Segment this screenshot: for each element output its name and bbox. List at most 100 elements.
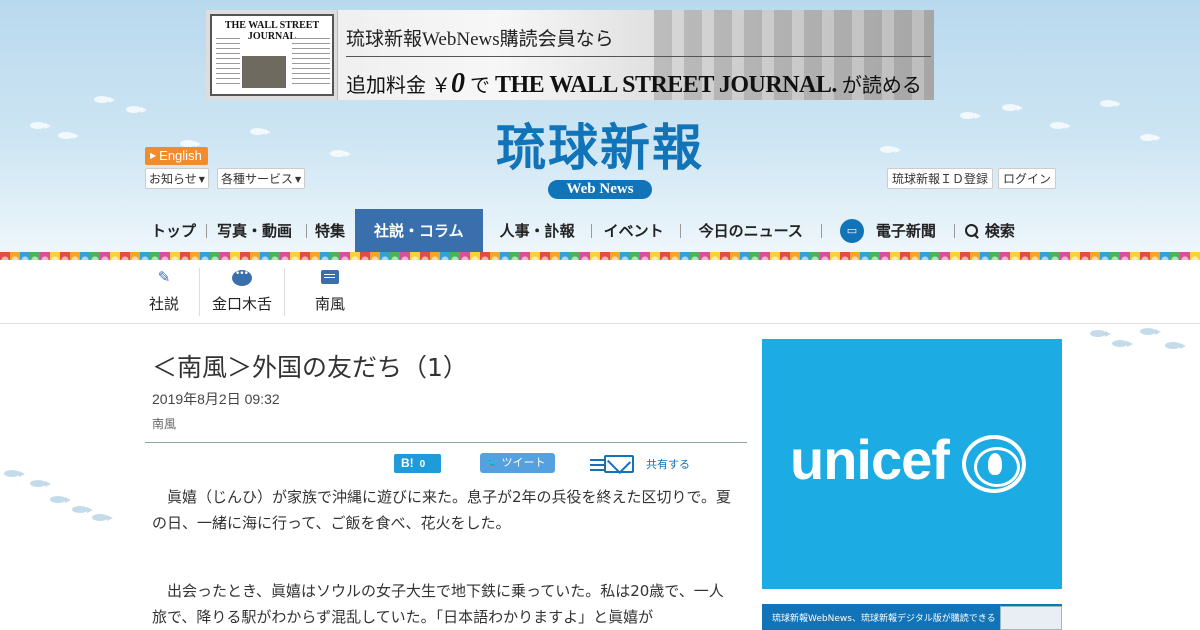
fish-decoration <box>94 96 115 103</box>
ad-zero: 0 <box>451 68 465 99</box>
nav-separator <box>679 223 681 238</box>
nav-item-search[interactable]: 検索 <box>964 209 1015 252</box>
subnav-item-editorial[interactable]: ✎ 社説 <box>145 266 183 318</box>
subnav-item-kinkuchi-bokuzetsu[interactable]: 金口木舌 <box>210 266 274 318</box>
twitter-bird-icon: 🐦 <box>486 458 499 469</box>
webnews-subscription-ad[interactable]: 琉球新報WebNews、琉球新報デジタル版が購読できる <box>762 604 1062 630</box>
fish-decoration <box>1165 342 1186 349</box>
nav-item-photo-video[interactable]: 写真・動画 <box>217 209 292 252</box>
site-logo[interactable]: 琉球新報 Web News <box>450 118 750 199</box>
services-dropdown[interactable]: 各種サービス ▼ <box>217 168 306 189</box>
laptop-image: THE WALL STREET JOURNAL <box>206 10 338 100</box>
epaper-label: 電子新聞 <box>875 222 936 240</box>
fish-decoration <box>250 128 271 135</box>
article-paragraph: 出会ったとき、眞嬉はソウルの女子大生で地下鉄に乗っていた。私は20歳で、一人旅で… <box>152 582 724 626</box>
fish-decoration <box>1140 328 1161 335</box>
fish-decoration <box>960 112 981 119</box>
nav-separator <box>306 223 308 238</box>
subnav-label: 社説 <box>148 295 179 313</box>
epaper-icon: ▭ <box>839 218 864 243</box>
fish-decoration <box>880 146 901 153</box>
login-button[interactable]: ログイン <box>998 168 1057 189</box>
nav-item-personnel-obituary[interactable]: 人事・訃報 <box>500 209 575 252</box>
article-paragraph: 眞嬉（じんひ）が家族で沖縄に遊びに来た。息子が2年の兵役を終えた区切りで。夏の日… <box>152 488 731 532</box>
ad2-text: 琉球新報WebNews、琉球新報デジタル版が購読できる <box>772 614 996 624</box>
caret-down-icon: ▼ <box>198 175 205 184</box>
fish-decoration <box>50 496 71 503</box>
search-label: 検索 <box>984 222 1015 240</box>
ad-yen: ￥ <box>431 75 451 97</box>
subnav-label: 南風 <box>314 295 345 313</box>
laptop-screen: THE WALL STREET JOURNAL <box>210 14 334 96</box>
ad-headline: 琉球新報WebNews購読会員なら <box>346 29 614 50</box>
nav-item-todays-news[interactable]: 今日のニュース <box>699 209 803 252</box>
english-button[interactable]: English <box>145 147 208 165</box>
services-label: 各種サービス <box>221 172 294 186</box>
ad-de: で <box>470 75 490 97</box>
subnav-item-nanpuu[interactable]: 南風 <box>311 266 349 318</box>
nav-separator <box>590 223 592 238</box>
nav-item-top[interactable]: トップ <box>145 209 196 252</box>
logo-text: 琉球新報 <box>496 118 704 177</box>
nav-item-editorial-column[interactable]: 社説・コラム <box>355 209 483 252</box>
wsj-banner-ad[interactable]: THE WALL STREET JOURNAL 琉球新報WebNews購読会員な… <box>206 10 934 100</box>
text-lines <box>216 38 240 88</box>
nav-separator <box>820 223 822 238</box>
subnav-divider <box>199 268 200 316</box>
fish-decoration <box>1140 134 1161 141</box>
fish-decoration <box>1002 104 1023 111</box>
fish-decoration <box>4 470 25 477</box>
ad-tagline: 追加料金 ￥0 で THE WALL STREET JOURNAL. が読める <box>346 68 922 100</box>
speed-lines <box>590 459 604 471</box>
hatena-count: 0 <box>419 459 426 470</box>
tweet-label: ツイート <box>501 456 546 469</box>
nav-item-events[interactable]: イベント <box>604 209 664 252</box>
hatena-label: B! <box>401 456 414 470</box>
hatena-bookmark-button[interactable]: B! 0 <box>394 454 441 473</box>
pen-icon: ✎ <box>157 268 171 286</box>
article-date: 2019年8月2日 09:32 <box>152 391 280 407</box>
caret-down-icon: ▼ <box>295 175 302 184</box>
share-label: 共有する <box>646 458 690 471</box>
subnav-label: 金口木舌 <box>211 295 272 313</box>
article-title: ＜南風＞外国の友だち（1） <box>152 353 468 382</box>
fish-decoration <box>1050 122 1071 129</box>
fish-decoration <box>1090 330 1111 337</box>
fish-decoration <box>126 106 147 113</box>
subnav-border <box>0 323 1200 324</box>
search-icon <box>964 223 979 238</box>
notice-dropdown[interactable]: お知らせ ▼ <box>145 168 209 189</box>
article-category[interactable]: 南風 <box>152 415 176 432</box>
fish-decoration <box>30 122 51 129</box>
nav-separator <box>206 223 208 238</box>
nav-separator <box>953 223 955 238</box>
unicef-wordmark: unicef <box>790 428 950 491</box>
fish-decoration <box>30 480 51 487</box>
notice-label: お知らせ <box>149 172 197 186</box>
fish-decoration <box>58 132 79 139</box>
article-divider <box>145 442 747 443</box>
fish-decoration <box>1100 100 1121 107</box>
main-nav: トップ 写真・動画 特集 社説・コラム 人事・訃報 イベント 今日のニュース ▭… <box>145 209 1055 252</box>
logo-subtitle: Web News <box>548 180 652 199</box>
id-register-button[interactable]: 琉球新報ＩＤ登録 <box>887 168 994 189</box>
share-mail-button[interactable]: 共有する <box>588 454 690 474</box>
tweet-button[interactable]: 🐦 ツイート <box>480 453 555 473</box>
mail-icon <box>590 455 634 473</box>
nav-item-epaper[interactable]: ▭ 電子新聞 <box>839 209 936 252</box>
news-photo <box>242 56 286 88</box>
fish-decoration <box>72 506 93 513</box>
speech-bubble-icon <box>232 269 252 286</box>
fish-decoration <box>180 140 201 147</box>
unicef-ad[interactable]: unicef <box>762 339 1062 589</box>
comment-icon <box>321 270 339 284</box>
column-subnav: ✎ 社説 金口木舌 南風 <box>145 266 349 318</box>
ad2-screenshot <box>1000 606 1062 630</box>
subnav-divider <box>284 268 285 316</box>
ad-divider <box>346 56 931 57</box>
fish-decoration <box>92 514 113 521</box>
fish-decoration <box>1112 340 1133 347</box>
nav-item-features[interactable]: 特集 <box>315 209 345 252</box>
ad-brand: THE WALL STREET JOURNAL. <box>495 72 837 98</box>
ad-prefix: 追加料金 <box>346 75 426 97</box>
